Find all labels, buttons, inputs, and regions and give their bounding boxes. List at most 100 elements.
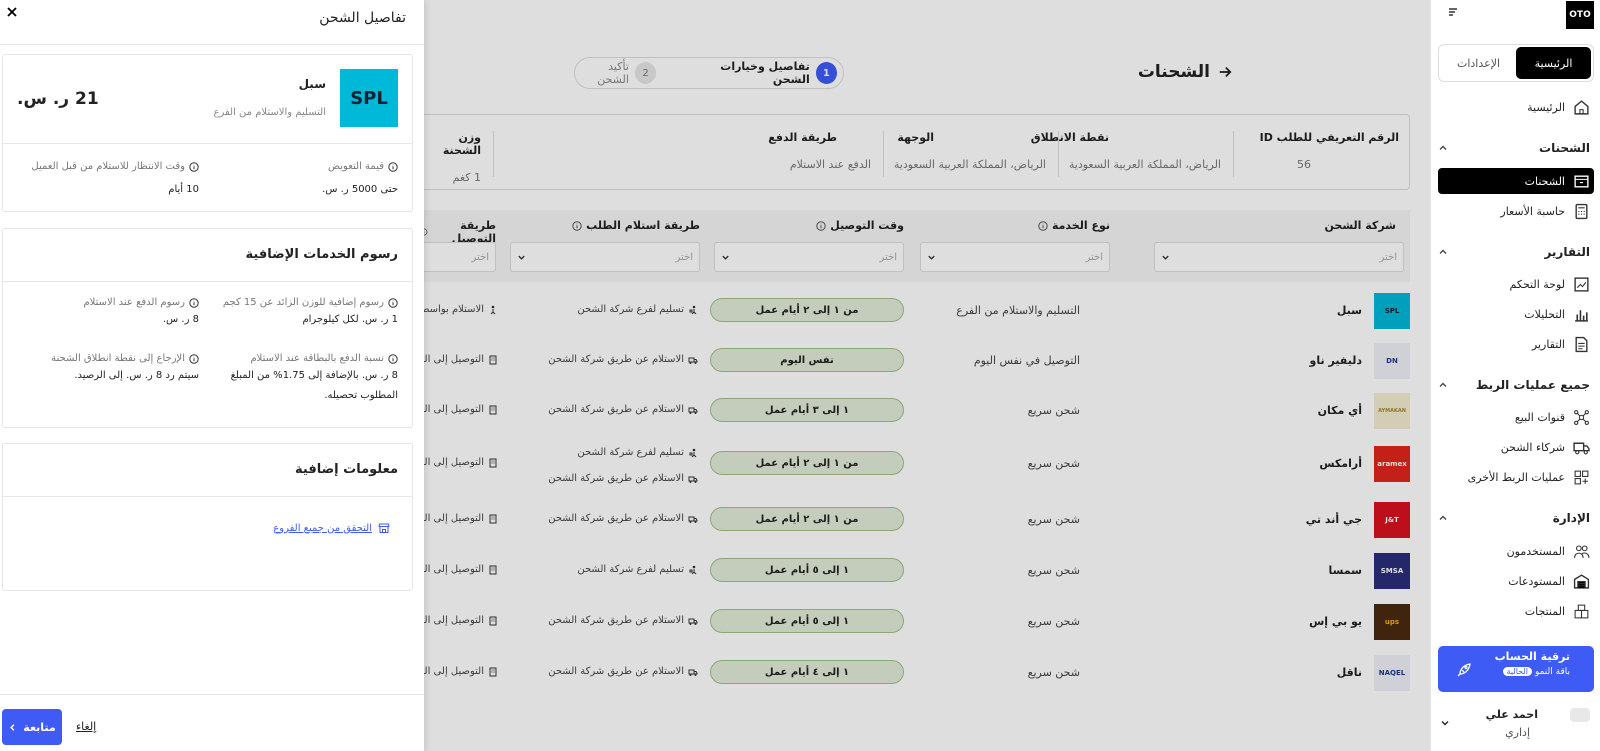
collapse-sidebar-icon[interactable] (1447, 6, 1459, 18)
users-icon (1573, 543, 1590, 560)
shipping-details-drawer: تفاصيل الشحن SPL سبل التسليم والاستلام م… (0, 0, 424, 751)
person-icon (488, 305, 498, 315)
truck-icon (688, 514, 698, 524)
chevron-down-icon (1161, 253, 1170, 262)
building-icon (488, 616, 498, 626)
info-icon[interactable] (388, 353, 398, 364)
time-filter-select[interactable]: اختر (714, 242, 904, 272)
pickup-method-label: الاستلام عن طريق شركة الشحن (548, 404, 684, 415)
sidebar-item-shipping-partners[interactable]: شركاء الشحن (1438, 434, 1594, 460)
table-row[interactable]: SPL سبل التسليم والاستلام من الفرع من ١ … (416, 285, 1410, 335)
table-row[interactable]: SMSA سمسا شحن سريع ١ إلى ٥ أيام عمل تسلي… (401, 545, 1410, 595)
carrier-logo: DN (1374, 343, 1410, 379)
carrier-name: أرامكس (1319, 457, 1362, 470)
table-row[interactable]: NAQEL ناقل شحن سريع ١ إلى ٤ أيام عمل الا… (401, 647, 1410, 697)
payment-label: طريقة الدفع (768, 131, 837, 144)
drawer-title: تفاصيل الشحن (319, 10, 406, 26)
sidebar-item-reports[interactable]: التقارير (1438, 331, 1594, 357)
sidebar-item-users[interactable]: المستخدمون (1438, 538, 1594, 564)
service-type: شحن سريع (1027, 513, 1080, 526)
service-type: شحن سريع (1027, 615, 1080, 628)
divider (3, 496, 412, 497)
delivery-time-badge: ١ إلى ٣ أيام عمل (710, 398, 904, 422)
carrier-logo: SMSA (1374, 553, 1410, 589)
delivery-method: الاستلام بواسطة (416, 304, 498, 315)
user-menu[interactable]: احمد علي إداري (1440, 704, 1590, 744)
table-row[interactable]: J&T جي أند تي شحن سريع من ١ إلى ٢ أيام ع… (401, 494, 1410, 544)
origin: نقطة الانطلاق الرياض، المملكة العربية ال… (1031, 131, 1234, 177)
delivery-filter-select[interactable]: اختر (416, 242, 496, 272)
stepper: 1 تفاصيل وخيارات الشحن 2 تأكيد الشحن (574, 57, 844, 89)
sidebar-item-home[interactable]: الرئيسية (1438, 94, 1594, 120)
sidebar-item-warehouses[interactable]: المستودعات (1438, 568, 1594, 594)
info-icon[interactable] (189, 161, 199, 172)
table-row[interactable]: ups يو بي إس شحن سريع ١ إلى ٥ أيام عمل ا… (401, 596, 1410, 646)
info-icon[interactable] (189, 297, 199, 308)
tab-settings[interactable]: الإعدادات (1441, 47, 1516, 79)
info-icon[interactable] (816, 220, 826, 231)
step-details[interactable]: 1 تفاصيل وخيارات الشحن (684, 60, 837, 86)
delivery-time-badge: من ١ إلى ٢ أيام عمل (710, 298, 904, 322)
chevron-up-icon (1438, 513, 1448, 523)
info-icon[interactable] (572, 220, 582, 231)
extra-weight-value: 1 ر. س. لكل كيلوجرام (302, 314, 398, 325)
back-arrow-icon[interactable] (1218, 65, 1232, 79)
cod-fee-label: رسوم الدفع عند الاستلام (83, 297, 185, 308)
sidebar-item-label: التحليلات (1524, 307, 1565, 321)
sidebar-item-shipments[interactable]: الشحنات (1438, 168, 1594, 194)
info-icon[interactable] (1038, 220, 1048, 231)
tab-home[interactable]: الرئيسية (1516, 47, 1591, 79)
sidebar-item-dashboard[interactable]: لوحة التحكم (1438, 271, 1594, 297)
plan-name: باقة النمو (1534, 667, 1570, 677)
extra-weight-label: رسوم إضافية للوزن الزائد عن 15 كجم (222, 297, 384, 308)
info-icon[interactable] (388, 161, 398, 172)
user-name: احمد علي (1485, 708, 1538, 721)
carrier-filter-select[interactable]: اختر (1154, 242, 1404, 272)
sidebar-item-products[interactable]: المنتجات (1438, 598, 1594, 624)
carrier-logo: AYMAKAN (1374, 393, 1410, 429)
chevron-down-icon (1440, 718, 1450, 728)
continue-button[interactable]: متابعة (2, 709, 62, 745)
sidebar-item-label: قنوات البيع (1514, 410, 1565, 424)
avatar (1570, 708, 1590, 722)
pickup-method: تسليم لفرع شركة الشحن (577, 564, 698, 575)
info-icon[interactable] (388, 297, 398, 308)
table-row[interactable]: aramex أرامكس شحن سريع من ١ إلى ٢ أيام ع… (401, 438, 1410, 488)
upgrade-account-card[interactable]: ترقية الحساب باقة النموالحالية (1438, 646, 1594, 692)
destination-label: الوجهة (897, 131, 934, 144)
section-integrations[interactable]: جميع عمليات الربط (1438, 378, 1590, 392)
truck-icon (688, 474, 698, 484)
carrier-logo: NAQEL (1374, 655, 1410, 691)
pickup-method-label: الاستلام عن طريق شركة الشحن (548, 354, 684, 365)
table-row[interactable]: DN دليفير ناو التوصيل في نفس اليوم نفس ا… (401, 335, 1410, 385)
section-shipments[interactable]: الشحنات (1438, 141, 1590, 155)
section-reports[interactable]: التقارير (1438, 245, 1590, 259)
pickup-filter-select[interactable]: اختر (510, 242, 700, 272)
delivery-time-badge: من ١ إلى ٢ أيام عمل (710, 507, 904, 531)
close-icon[interactable] (6, 6, 18, 18)
pickup-method: الاستلام عن طريق شركة الشحن (548, 404, 698, 415)
chevron-up-icon (1438, 247, 1448, 257)
info-icon[interactable] (189, 353, 199, 364)
sidebar-item-analytics[interactable]: التحليلات (1438, 301, 1594, 327)
sidebar: OTO الرئيسية الإعدادات الرئيسية الشحنات … (1430, 0, 1600, 751)
section-admin[interactable]: الإدارة (1438, 511, 1590, 525)
table-row[interactable]: AYMAKAN أي مكان شحن سريع ١ إلى ٣ أيام عم… (401, 385, 1410, 435)
service-type: التوصيل في نفس اليوم (973, 354, 1080, 367)
step-confirm[interactable]: 2 تأكيد الشحن (575, 60, 657, 86)
service-type: شحن سريع (1027, 666, 1080, 679)
section-title: جميع عمليات الربط (1475, 378, 1590, 392)
weight-label: وزن الشحنة (442, 131, 481, 157)
pickup-method: الاستلام عن طريق شركة الشحن (548, 615, 698, 626)
building-icon (488, 667, 498, 677)
service-filter-select[interactable]: اختر (920, 242, 1110, 272)
check-branches-link[interactable]: التحقق من جميع الفروع (273, 522, 390, 534)
sidebar-item-price-calculator[interactable]: حاسبة الأسعار (1438, 198, 1594, 224)
page-title: الشحنات (1138, 62, 1232, 82)
sidebar-item-other-integrations[interactable]: عمليات الربط الأخرى (1438, 464, 1594, 490)
sidebar-item-sales-channels[interactable]: قنوات البيع (1438, 404, 1594, 430)
sidebar-item-label: الشحنات (1524, 174, 1565, 188)
cancel-button[interactable]: إلغاء (76, 720, 96, 733)
pickup-method-label: تسليم لفرع شركة الشحن (577, 564, 684, 575)
app-logo[interactable]: OTO (1566, 1, 1594, 29)
